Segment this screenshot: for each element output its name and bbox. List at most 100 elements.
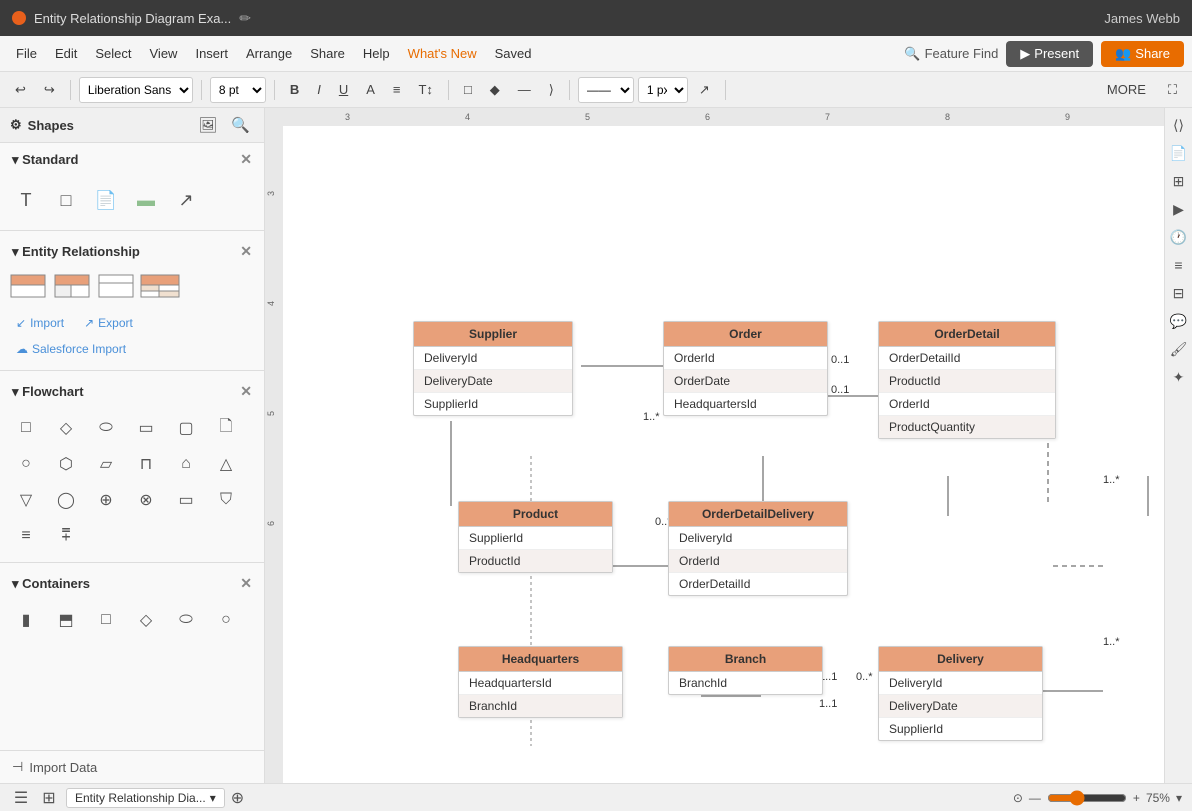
rp-magic-btn[interactable]: ✦ (1168, 366, 1190, 388)
fc-inv-tri[interactable]: ▽ (8, 484, 44, 516)
headquarters-table[interactable]: Headquarters HeadquartersId BranchId (458, 646, 623, 718)
branch-table[interactable]: Branch BranchId (668, 646, 823, 695)
bb-grid-view-btn[interactable]: ⊞ (38, 787, 60, 809)
fc-para[interactable]: ▱ (88, 448, 124, 480)
line-color-button[interactable]: — (511, 78, 538, 101)
flowchart-close-icon[interactable]: ✕ (240, 383, 252, 400)
bb-zoom-dropdown-icon[interactable]: ▾ (1176, 791, 1182, 805)
font-color-button[interactable]: A (359, 78, 382, 101)
menu-file[interactable]: File (8, 42, 45, 65)
menu-share[interactable]: Share (302, 42, 353, 65)
rp-pages-btn[interactable]: 📄 (1168, 142, 1190, 164)
menu-view[interactable]: View (142, 42, 186, 65)
feature-find-btn[interactable]: 🔍 Feature Find (904, 46, 998, 62)
menu-select[interactable]: Select (87, 42, 139, 65)
er-shape-2[interactable] (52, 272, 92, 300)
note-shape[interactable]: 📄 (88, 182, 124, 218)
italic-button[interactable]: I (310, 78, 328, 101)
more-button[interactable]: MORE (1100, 78, 1153, 101)
cont-list[interactable]: ▮ (8, 604, 44, 636)
cont-stadium[interactable]: ⬭ (168, 604, 204, 636)
er-shape-4[interactable] (140, 272, 180, 300)
order-table[interactable]: Order OrderId OrderDate HeadquartersId (663, 321, 828, 416)
fc-x[interactable]: ⊗ (128, 484, 164, 516)
fc-shield[interactable]: ⛉ (208, 484, 244, 516)
align-left-button[interactable]: ≡ (386, 78, 408, 101)
menu-edit[interactable]: Edit (47, 42, 85, 65)
canvas-area[interactable]: 3 4 5 6 7 8 9 3 4 5 6 (265, 108, 1164, 783)
er-section-header[interactable]: ▾ Entity Relationship ✕ (0, 235, 264, 266)
line-style-selector[interactable]: —— (578, 77, 634, 103)
zoom-slider[interactable] (1047, 790, 1127, 806)
fc-doc[interactable]: 🗋 (208, 412, 244, 444)
orderdetaildelivery-table[interactable]: OrderDetailDelivery DeliveryId OrderId O… (668, 501, 848, 596)
text-direction-button[interactable]: T↕ (411, 78, 439, 101)
colored-rect-shape[interactable]: ▬ (128, 182, 164, 218)
waypoint-button[interactable]: ↗ (692, 78, 717, 102)
fc-rounded[interactable]: ▢ (168, 412, 204, 444)
rp-layers-btn[interactable]: ≡ (1168, 254, 1190, 276)
rp-speech-btn[interactable]: 💬 (1168, 310, 1190, 332)
diagram-canvas[interactable]: 1..1 0..1 0..1 1..* 0..* 1..* 1..* 1..* … (283, 126, 1164, 783)
undo-button[interactable]: ↩ (8, 78, 33, 102)
containers-section-header[interactable]: ▾ Containers ✕ (0, 567, 264, 598)
rp-brush-btn[interactable]: 🖌 (1168, 338, 1190, 360)
font-size-selector[interactable]: 8 pt (210, 77, 266, 103)
document-title[interactable]: Entity Relationship Diagram Exa... (34, 11, 231, 26)
line-size-selector[interactable]: 1 px (638, 77, 688, 103)
fc-hex[interactable]: ⬡ (48, 448, 84, 480)
fc-cyl[interactable]: ⊓ (128, 448, 164, 480)
menu-insert[interactable]: Insert (187, 42, 236, 65)
supplier-table[interactable]: Supplier DeliveryId DeliveryDate Supplie… (413, 321, 573, 416)
fill-button[interactable]: ◆ (483, 78, 507, 102)
salesforce-import-button[interactable]: ☁ Salesforce Import (8, 338, 134, 360)
fc-list[interactable]: ≡ (8, 520, 44, 552)
menu-help[interactable]: Help (355, 42, 398, 65)
bb-zoom-in-btn[interactable]: + (1133, 791, 1140, 805)
bb-list-view-btn[interactable]: ☰ (10, 787, 32, 809)
fc-stadium[interactable]: ⬭ (88, 412, 124, 444)
bb-add-page-btn[interactable]: ⊕ (231, 788, 244, 808)
delivery-table[interactable]: Delivery DeliveryId DeliveryDate Supplie… (878, 646, 1043, 741)
fc-small-rect[interactable]: ▭ (168, 484, 204, 516)
rect-shape[interactable]: □ (48, 182, 84, 218)
flowchart-section-header[interactable]: ▾ Flowchart ✕ (0, 375, 264, 406)
er-close-icon[interactable]: ✕ (240, 243, 252, 260)
rp-collapse-btn[interactable]: ⟨⟩ (1168, 114, 1190, 136)
fc-trap[interactable]: ⌂ (168, 448, 204, 480)
menu-whats-new[interactable]: What's New (400, 42, 485, 65)
redo-button[interactable]: ↪ (37, 78, 62, 102)
font-selector[interactable]: Liberation Sans (79, 77, 193, 103)
fc-cross[interactable]: ⊕ (88, 484, 124, 516)
shape-style-button[interactable]: □ (457, 78, 479, 101)
cont-diamond[interactable]: ◇ (128, 604, 164, 636)
export-button[interactable]: ↗ Export (76, 312, 141, 334)
bb-target-icon[interactable]: ⊙ (1013, 791, 1023, 805)
import-button[interactable]: ↙ Import (8, 312, 72, 334)
share-button[interactable]: 👥 Share (1101, 41, 1184, 67)
cont-rect[interactable]: □ (88, 604, 124, 636)
search-shapes-icon[interactable]: 🔍 (227, 114, 254, 136)
connection-style-button[interactable]: ⟩ (542, 78, 561, 102)
rp-format-btn[interactable]: ⊟ (1168, 282, 1190, 304)
arrow-shape[interactable]: ↗ (168, 182, 204, 218)
underline-button[interactable]: U (332, 78, 355, 101)
standard-section-header[interactable]: ▾ Standard ✕ (0, 143, 264, 174)
text-shape[interactable]: T (8, 182, 44, 218)
standard-close-icon[interactable]: ✕ (240, 151, 252, 168)
present-button[interactable]: ▶ Present (1006, 41, 1093, 67)
fc-list2[interactable]: ⩱ (48, 520, 84, 552)
fc-diamond[interactable]: ◇ (48, 412, 84, 444)
rp-grid-btn[interactable]: ⊞ (1168, 170, 1190, 192)
fc-rect[interactable]: □ (8, 412, 44, 444)
bb-diagram-tab[interactable]: Entity Relationship Dia... ▾ (66, 788, 225, 808)
er-shape-1[interactable] (8, 272, 48, 300)
cont-horz[interactable]: ⬒ (48, 604, 84, 636)
rp-video-btn[interactable]: ▶ (1168, 198, 1190, 220)
cont-circle[interactable]: ○ (208, 604, 244, 636)
menu-arrange[interactable]: Arrange (238, 42, 300, 65)
er-shape-3[interactable] (96, 272, 136, 300)
fc-circle[interactable]: ○ (8, 448, 44, 480)
bb-tab-dropdown-icon[interactable]: ▾ (210, 791, 216, 805)
rp-clock-btn[interactable]: 🕐 (1168, 226, 1190, 248)
